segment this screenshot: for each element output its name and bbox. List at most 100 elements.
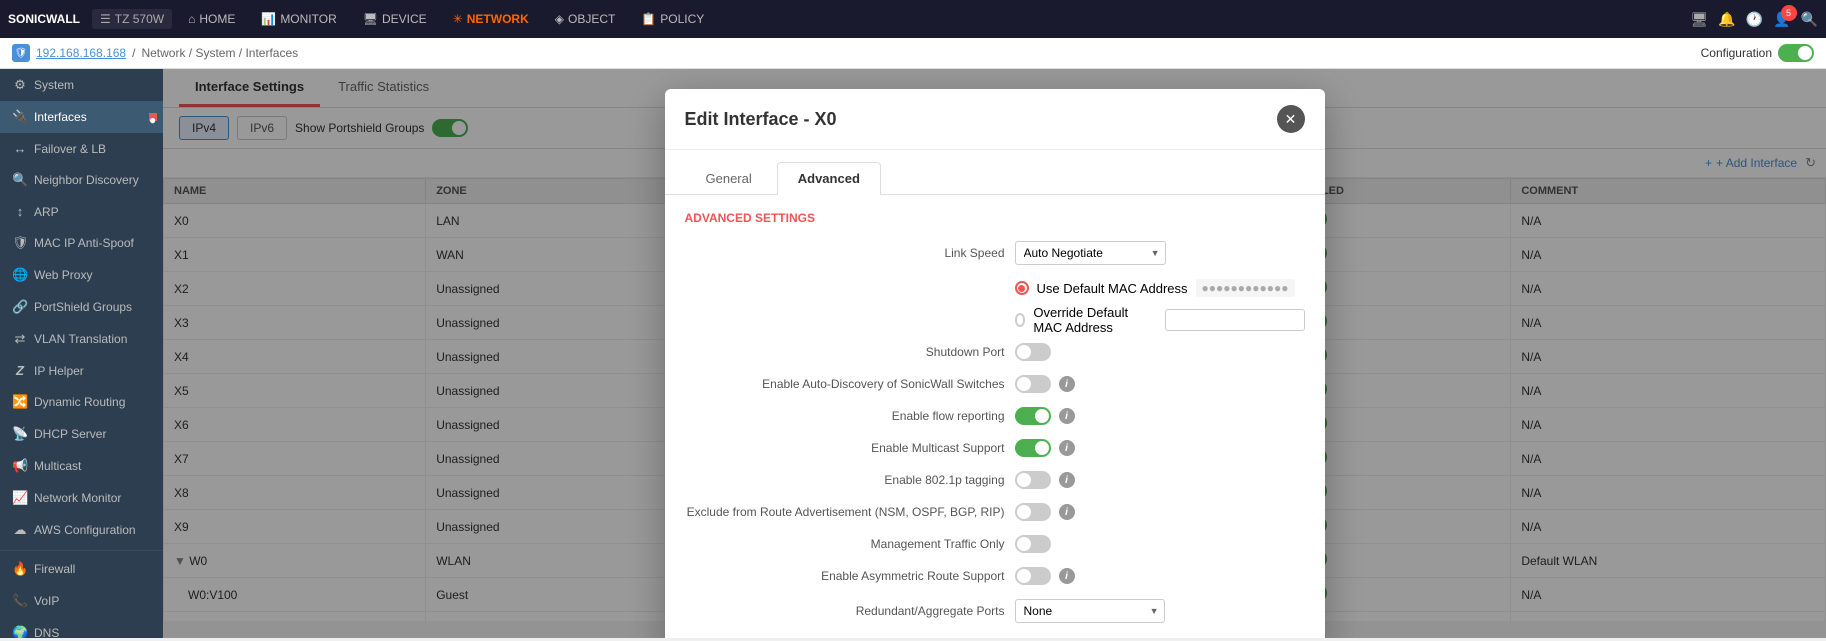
sidebar-item-failover-lb[interactable]: ↔ Failover & LB [0, 133, 163, 164]
enable-asymmetric-route-info[interactable]: i [1059, 568, 1075, 584]
modal-body: ADVANCED SETTINGS Link Speed Auto Negoti… [665, 195, 1325, 638]
modal-close-button[interactable]: ✕ [1277, 105, 1305, 133]
override-mac-row: Override Default MAC Address [1015, 305, 1305, 335]
management-traffic-only-toggle[interactable] [1015, 535, 1051, 553]
enable-auto-discovery-info[interactable]: i [1059, 376, 1075, 392]
modal-tab-general[interactable]: General [685, 162, 773, 194]
enable-asymmetric-route-toggle[interactable] [1015, 567, 1051, 585]
enable-flow-reporting-control: i [1015, 407, 1075, 425]
breadcrumb-separator: / [132, 46, 135, 60]
management-traffic-only-label: Management Traffic Only [685, 537, 1005, 551]
override-mac-input[interactable] [1165, 309, 1305, 331]
sidebar-item-web-proxy[interactable]: 🌐 Web Proxy [0, 259, 163, 291]
web-proxy-icon: 🌐 [12, 267, 28, 283]
system-icon: ⚙ [12, 77, 28, 93]
enable-8021p-tagging-toggle[interactable] [1015, 471, 1051, 489]
nav-network[interactable]: ✳ NETWORK [441, 8, 541, 30]
use-default-mac-radio[interactable] [1015, 281, 1029, 295]
edit-interface-modal: Edit Interface - X0 ✕ General Advanced A… [665, 89, 1325, 638]
sidebar-item-portshield-groups[interactable]: 🔗 PortShield Groups [0, 291, 163, 323]
link-speed-select[interactable]: Auto Negotiate 10 Mbps Half Duplex 100 M… [1015, 241, 1166, 265]
nav-home[interactable]: ⌂ HOME [176, 8, 247, 30]
sidebar-item-multicast[interactable]: 📢 Multicast [0, 450, 163, 482]
object-icon: ◈ [555, 12, 564, 26]
vlan-icon: ⇄ [12, 331, 28, 347]
dhcp-icon: 📡 [12, 426, 28, 442]
sidebar-item-ip-helper[interactable]: Z IP Helper [0, 355, 163, 386]
enable-auto-discovery-toggle[interactable] [1015, 375, 1051, 393]
exclude-route-adv-toggle[interactable] [1015, 503, 1051, 521]
modal-tab-advanced[interactable]: Advanced [777, 162, 881, 195]
top-navigation: SONICWALL ☰ TZ 570W ⌂ HOME 📊 MONITOR 🖥 D… [0, 0, 1826, 38]
device-name[interactable]: ☰ TZ 570W [92, 9, 172, 29]
dns-icon: 🌍 [12, 625, 28, 638]
sidebar-item-firewall[interactable]: 🔥 Firewall [0, 550, 163, 585]
enable-flow-reporting-toggle[interactable] [1015, 407, 1051, 425]
config-toggle-area: Configuration [1701, 44, 1814, 62]
shutdown-port-control [1015, 343, 1051, 361]
nav-object[interactable]: ◈ OBJECT [543, 8, 628, 30]
advanced-settings-title: ADVANCED SETTINGS [685, 211, 1305, 225]
sidebar-item-dhcp-server[interactable]: 📡 DHCP Server [0, 418, 163, 450]
enable-flow-reporting-info[interactable]: i [1059, 408, 1075, 424]
config-toggle[interactable] [1778, 44, 1814, 62]
config-label: Configuration [1701, 46, 1772, 60]
enable-flow-reporting-row: Enable flow reporting i [685, 407, 1305, 425]
dynamic-routing-icon: 🔀 [12, 394, 28, 410]
firewall-icon: 🔥 [12, 561, 28, 577]
shutdown-port-row: Shutdown Port [685, 343, 1305, 361]
shutdown-port-toggle[interactable] [1015, 343, 1051, 361]
device-name-text: TZ 570W [115, 12, 164, 26]
exclude-route-adv-control: i [1015, 503, 1075, 521]
nav-monitor[interactable]: 📊 MONITOR [249, 8, 348, 30]
enable-8021p-tagging-control: i [1015, 471, 1075, 489]
sidebar-item-interfaces[interactable]: 🔌 Interfaces ● [0, 101, 163, 133]
exclude-route-adv-row: Exclude from Route Advertisement (NSM, O… [685, 503, 1305, 521]
override-mac-radio[interactable] [1015, 313, 1026, 327]
multicast-icon: 📢 [12, 458, 28, 474]
enable-multicast-support-control: i [1015, 439, 1075, 457]
sidebar-item-dns[interactable]: 🌍 DNS [0, 617, 163, 638]
clock-icon[interactable]: 🕐 [1746, 11, 1763, 28]
enable-auto-discovery-row: Enable Auto-Discovery of SonicWall Switc… [685, 375, 1305, 393]
modal-overlay: Edit Interface - X0 ✕ General Advanced A… [163, 69, 1826, 638]
sidebar-item-arp[interactable]: ↕ ARP [0, 196, 163, 227]
sidebar-item-system[interactable]: ⚙ System [0, 69, 163, 101]
enable-multicast-support-toggle[interactable] [1015, 439, 1051, 457]
notifications-badge: 5 [1781, 5, 1797, 21]
search-icon[interactable]: 🔍 [1801, 11, 1818, 28]
sidebar-item-mac-ip-anti-spoof[interactable]: 🛡 MAC IP Anti-Spoof [0, 227, 163, 259]
redundant-aggregate-ports-select[interactable]: None [1015, 599, 1165, 623]
enable-multicast-support-info[interactable]: i [1059, 440, 1075, 456]
mac-ip-icon: 🛡 [12, 235, 28, 251]
enable-8021p-tagging-info[interactable]: i [1059, 472, 1075, 488]
sidebar: ⚙ System 🔌 Interfaces ● ↔ Failover & LB … [0, 69, 163, 638]
enable-auto-discovery-label: Enable Auto-Discovery of SonicWall Switc… [685, 377, 1005, 391]
enable-multicast-support-row: Enable Multicast Support i [685, 439, 1305, 457]
aws-icon: ☁ [12, 522, 28, 538]
sidebar-item-neighbor-discovery[interactable]: 🔍 Neighbor Discovery [0, 164, 163, 196]
neighbor-discovery-icon: 🔍 [12, 172, 28, 188]
sidebar-item-vlan-translation[interactable]: ⇄ VLAN Translation [0, 323, 163, 355]
redundant-aggregate-ports-row: Redundant/Aggregate Ports None [685, 599, 1305, 623]
ip-helper-icon: Z [12, 363, 28, 378]
sidebar-item-dynamic-routing[interactable]: 🔀 Dynamic Routing [0, 386, 163, 418]
home-icon: ⌂ [188, 12, 195, 26]
enable-multicast-support-label: Enable Multicast Support [685, 441, 1005, 455]
breadcrumb-ip[interactable]: 192.168.168.168 [36, 46, 126, 60]
nav-policy[interactable]: 📋 POLICY [629, 8, 716, 30]
redundant-aggregate-ports-label: Redundant/Aggregate Ports [685, 604, 1005, 618]
hamburger-icon[interactable]: ☰ [100, 12, 111, 26]
sidebar-item-voip[interactable]: 📞 VoIP [0, 585, 163, 617]
enable-8021p-tagging-row: Enable 802.1p tagging i [685, 471, 1305, 489]
sidebar-item-aws-configuration[interactable]: ☁ AWS Configuration [0, 514, 163, 546]
portshield-icon: 🔗 [12, 299, 28, 315]
sidebar-item-network-monitor[interactable]: 📈 Network Monitor [0, 482, 163, 514]
monitor-status-icon[interactable]: 🖥 [1690, 11, 1708, 28]
alerts-icon[interactable]: 🔔 [1718, 11, 1735, 28]
exclude-route-adv-info[interactable]: i [1059, 504, 1075, 520]
override-mac-label: Override Default MAC Address [1033, 305, 1156, 335]
sonicwall-logo: SONICWALL [8, 12, 80, 26]
nav-right-icons: 🖥 🔔 🕐 👤 5 🔍 [1690, 11, 1818, 28]
nav-device[interactable]: 🖥 DEVICE [351, 8, 439, 30]
